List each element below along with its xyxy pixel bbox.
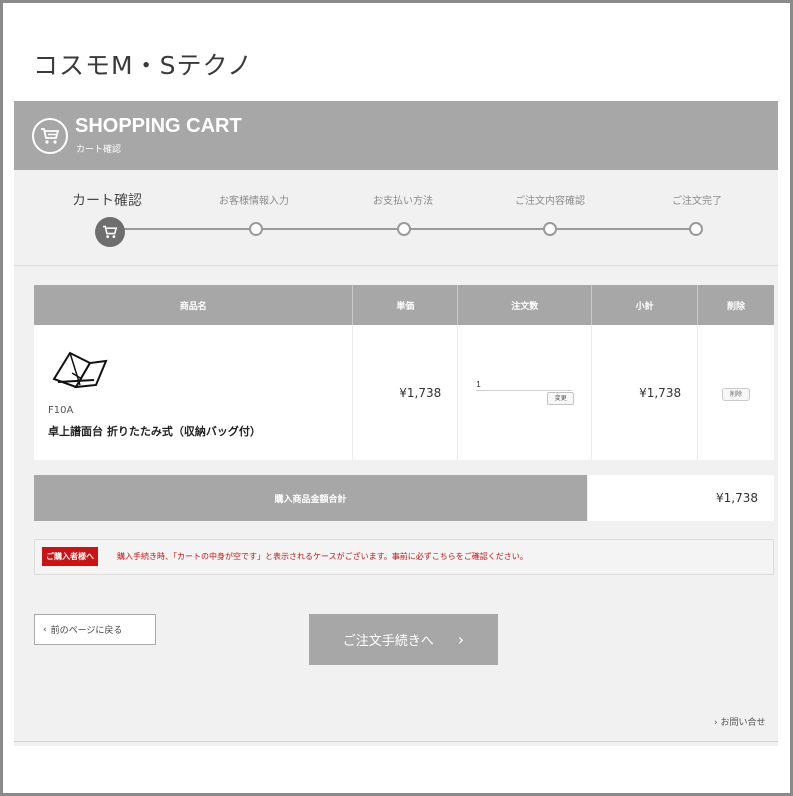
notice-badge: ご購入者様へ (42, 547, 98, 566)
music-stand-icon[interactable] (50, 349, 110, 396)
quantity-update-button[interactable]: 変更 (547, 392, 575, 405)
step-dot (249, 222, 263, 236)
step-label-confirm: ご注文内容確認 (515, 196, 585, 207)
store-title: コスモM・Sテクノ (33, 51, 253, 80)
cart-table: 商品名 単価 注文数 小計 削除 F10A 卓上譜面台 折りたたみ式（収納バッグ… (34, 285, 774, 460)
step-label-cart: カート確認 (72, 193, 142, 209)
unit-price: ¥1,738 (352, 325, 459, 460)
checkout-button[interactable]: ご注文手続きへ › (309, 614, 498, 665)
total-value: ¥1,738 (588, 475, 774, 521)
total-label: 購入商品金額合計 (34, 475, 587, 521)
step-label-payment: お支払い方法 (373, 196, 433, 207)
qty-cell: 変更 (457, 325, 593, 460)
table-row: F10A 卓上譜面台 折りたたみ式（収納バッグ付） ¥1,738 変更 ¥1,7… (34, 325, 774, 460)
checkout-steps: カート確認 お客様情報入力 お支払い方法 ご注文内容確認 ご注文完了 (14, 170, 778, 266)
shopping-cart-icon (32, 118, 68, 154)
checkout-button-label: ご注文手続きへ (342, 634, 434, 649)
cart-title: SHOPPING CART (75, 115, 242, 137)
back-button-label: 前のページに戻る (50, 626, 123, 636)
back-button[interactable]: ‹ 前のページに戻る (34, 614, 156, 645)
cart-container: SHOPPING CART カート確認 カート確認 お客様情報入力 お支払い方法… (14, 101, 778, 746)
notice-box: ご購入者様へ 購入手続き時、「カートの中身が空です」と表示されるケースがございま… (34, 539, 774, 575)
cart-header: SHOPPING CART カート確認 (14, 101, 778, 170)
header-subtotal: 小計 (591, 285, 699, 325)
product-cell: F10A 卓上譜面台 折りたたみ式（収納バッグ付） (34, 325, 354, 460)
header-product: 商品名 (34, 285, 354, 325)
chevron-left-icon: ‹ (43, 624, 47, 635)
quantity-input[interactable] (476, 378, 573, 391)
header-delete: 削除 (697, 285, 774, 325)
contact-link-label: お問い合せ (720, 718, 766, 728)
product-name[interactable]: 卓上譜面台 折りたたみ式（収納バッグ付） (48, 423, 261, 439)
delete-button[interactable]: 削除 (722, 387, 751, 401)
divider (14, 741, 778, 742)
header-unit-price: 単価 (352, 285, 459, 325)
step-dot (543, 222, 557, 236)
product-code: F10A (48, 405, 74, 416)
step-active-cart-icon (95, 217, 125, 247)
step-label-customer-info: お客様情報入力 (219, 196, 289, 207)
contact-link[interactable]: › お問い合せ (714, 715, 765, 728)
chevron-right-icon: › (457, 630, 465, 649)
notice-link[interactable]: 購入手続き時、「カートの中身が空です」と表示されるケースがございます。事前に必ず… (117, 551, 528, 562)
step-label-complete: ご注文完了 (672, 196, 722, 207)
delete-cell: 削除 (697, 325, 774, 460)
step-dot (397, 222, 411, 236)
header-qty: 注文数 (457, 285, 593, 325)
subtotal: ¥1,738 (591, 325, 699, 460)
step-dot (689, 222, 703, 236)
cart-subtitle: カート確認 (76, 145, 122, 155)
